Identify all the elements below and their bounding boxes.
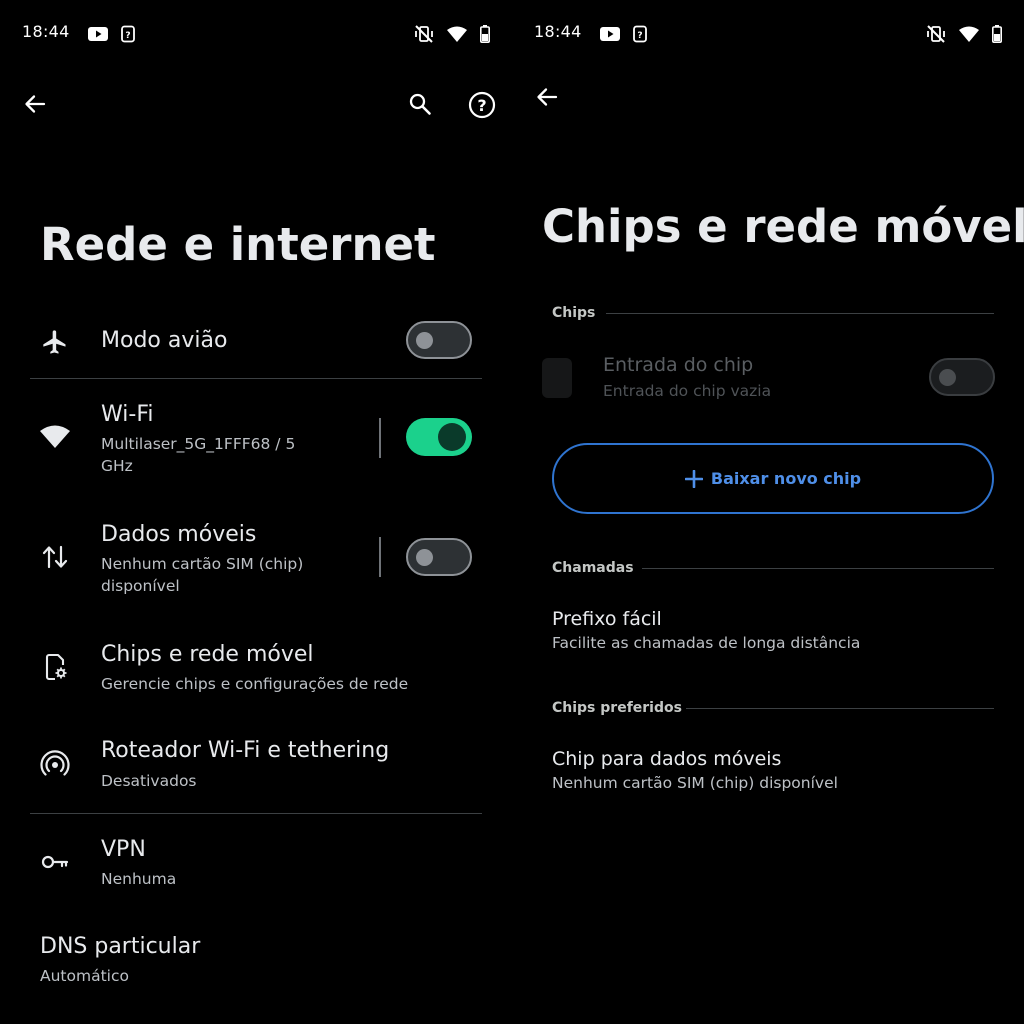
sim-card-icon (542, 358, 572, 398)
sim-network-title: Chips e rede móvel (101, 642, 314, 667)
hotspot-tethering-title: Roteador Wi-Fi e tethering (101, 738, 390, 763)
sim-slot-title: Entrada do chip (603, 354, 754, 376)
airplane-icon (43, 330, 66, 354)
mobile-data-sim-row[interactable]: Chip para dados móveis Nenhum cartão SIM… (512, 740, 1024, 800)
vibrate-off-icon (926, 24, 945, 43)
youtube-notification-icon (600, 26, 620, 41)
back-button[interactable] (529, 79, 565, 115)
airplane-mode-title: Modo avião (101, 328, 228, 353)
clipboard-notification-icon: ? (121, 25, 135, 42)
easy-prefix-row[interactable]: Prefixo fácil Facilite as chamadas de lo… (512, 600, 1024, 660)
mobile-data-title: Dados móveis (101, 522, 257, 547)
download-new-sim-button[interactable]: Baixar novo chip (552, 443, 994, 514)
divider (30, 378, 482, 379)
vibrate-off-icon (414, 24, 433, 43)
battery-icon (480, 24, 490, 43)
arrow-back-icon (25, 95, 46, 113)
wifi-signal-icon (958, 26, 979, 42)
airplane-mode-switch[interactable] (406, 321, 472, 359)
private-dns-row[interactable]: DNS particular Automático (0, 930, 512, 990)
sim-slot-subtitle: Entrada do chip vazia (603, 382, 772, 400)
mobile-data-switch[interactable] (406, 538, 472, 576)
clipboard-notification-icon: ? (633, 25, 647, 42)
page-title: Chips e rede móvel (542, 200, 1024, 253)
vpn-title: VPN (101, 837, 146, 862)
screen-sim-network: 18:44 ? Chips e rede móvel Chips Entrada… (512, 0, 1024, 1024)
divider (30, 813, 482, 814)
mobile-data-status: Nenhum cartão SIM (chip) (101, 555, 304, 573)
battery-icon (992, 24, 1002, 43)
private-dns-title: DNS particular (40, 934, 201, 959)
mobile-data-sim-title: Chip para dados móveis (552, 748, 782, 770)
mobile-data-icon (42, 545, 68, 569)
sim-slot-switch (929, 358, 995, 396)
status-time: 18:44 (22, 22, 70, 41)
airplane-mode-row[interactable]: Modo avião (0, 310, 512, 376)
search-button[interactable] (402, 86, 438, 122)
hotspot-tethering-status: Desativados (101, 772, 197, 790)
status-time: 18:44 (534, 22, 582, 41)
wifi-signal-icon (446, 26, 467, 42)
screen-network-internet: 18:44 ? ? Rede e internet Modo avião Wi- (0, 0, 512, 1024)
page-title: Rede e internet (40, 218, 436, 271)
hotspot-icon (40, 750, 70, 776)
help-icon: ? (468, 91, 496, 119)
section-header-chips: Chips (552, 305, 596, 321)
download-new-sim-label: Baixar novo chip (710, 469, 862, 488)
svg-text:?: ? (125, 31, 130, 41)
section-divider (686, 708, 994, 709)
wifi-title: Wi-Fi (101, 402, 154, 427)
plus-icon (684, 469, 703, 488)
svg-text:?: ? (637, 31, 642, 41)
wifi-switch[interactable] (406, 418, 472, 456)
help-button[interactable]: ? (464, 87, 500, 123)
wifi-icon (40, 425, 70, 448)
wifi-network-band: GHz (101, 457, 133, 475)
vpn-status: Nenhuma (101, 870, 177, 888)
sim-network-row[interactable]: Chips e rede móvel Gerencie chips e conf… (0, 638, 512, 702)
mobile-data-sim-subtitle: Nenhum cartão SIM (chip) disponível (552, 774, 838, 792)
mobile-data-status-cont: disponível (101, 577, 180, 595)
section-header-preferred-sims: Chips preferidos (552, 700, 682, 716)
wifi-network-name: Multilaser_5G_1FFF68 / 5 (101, 435, 296, 453)
search-icon (409, 93, 431, 115)
svg-text:?: ? (477, 96, 486, 115)
easy-prefix-subtitle: Facilite as chamadas de longa distância (552, 634, 861, 652)
easy-prefix-title: Prefixo fácil (552, 608, 662, 630)
sim-network-subtitle: Gerencie chips e configurações de rede (101, 675, 409, 693)
sim-slot-row: Entrada do chip Entrada do chip vazia (512, 348, 1024, 408)
key-icon (41, 855, 69, 869)
separator (379, 537, 381, 577)
sim-settings-icon (45, 653, 67, 681)
status-bar: 18:44 ? (534, 18, 1002, 46)
back-button[interactable] (17, 86, 53, 122)
arrow-back-icon (537, 88, 558, 106)
private-dns-status: Automático (40, 967, 129, 985)
hotspot-tethering-row[interactable]: Roteador Wi-Fi e tethering Desativados (0, 736, 512, 800)
status-bar: 18:44 ? (22, 18, 490, 46)
section-divider (606, 313, 994, 314)
youtube-notification-icon (88, 26, 108, 41)
separator (379, 418, 381, 458)
section-divider (642, 568, 994, 569)
section-header-calls: Chamadas (552, 560, 634, 576)
vpn-row[interactable]: VPN Nenhuma (0, 834, 512, 894)
